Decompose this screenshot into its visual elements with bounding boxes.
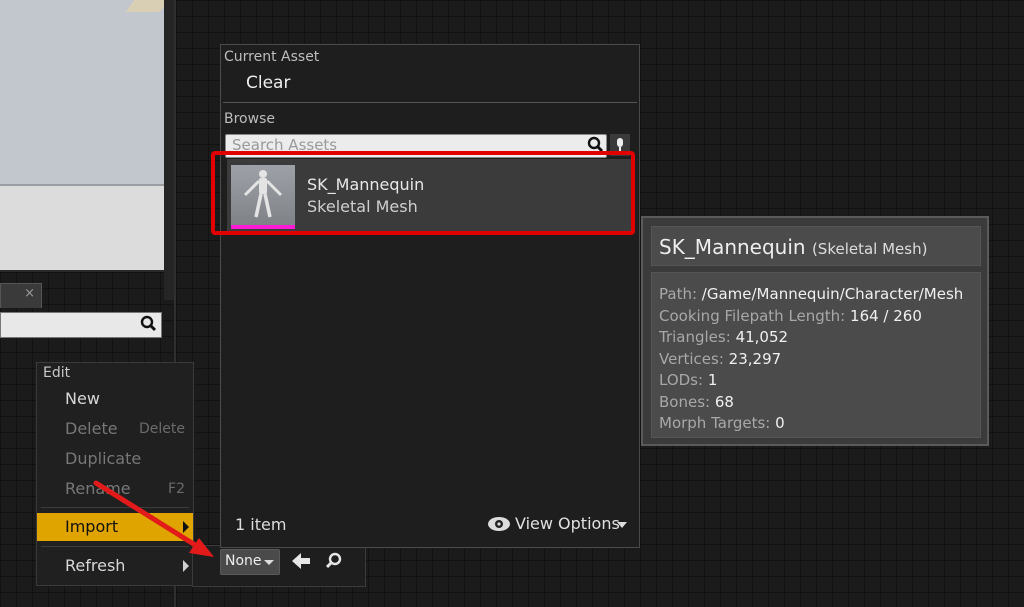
menu-item-label: Rename (65, 479, 131, 498)
row-value: /Game/Mannequin/Character/Mesh (701, 285, 964, 303)
viewport-floor (0, 185, 164, 270)
row-value: 41,052 (735, 328, 789, 346)
tooltip-title: SK_Mannequin (Skeletal Mesh) (659, 235, 927, 259)
menu-item-new[interactable]: New (37, 385, 193, 413)
left-panel-tab[interactable]: × (0, 283, 42, 308)
menu-item-label: Refresh (65, 556, 126, 575)
current-asset-heading: Current Asset (224, 49, 320, 65)
submenu-arrow-icon (183, 560, 189, 572)
view-options-button[interactable]: View Options (487, 513, 629, 535)
tooltip-header: SK_Mannequin (Skeletal Mesh) (651, 226, 981, 266)
menu-header-edit: Edit (43, 365, 71, 381)
tooltip-asset-type: (Skeletal Mesh) (811, 240, 928, 258)
clear-button[interactable]: Clear (246, 73, 290, 93)
menu-separator (41, 546, 189, 547)
row-label: Cooking Filepath Length: (659, 307, 846, 325)
tooltip-row-bones: Bones: 68 (659, 393, 734, 411)
row-label: Triangles: (659, 328, 731, 346)
menu-item-refresh[interactable]: Refresh (37, 552, 193, 580)
menu-item-label: Duplicate (65, 449, 142, 468)
menu-separator (41, 507, 189, 508)
asset-combo-button[interactable]: None (220, 549, 280, 575)
menu-item-rename[interactable]: Rename F2 (37, 475, 193, 503)
menu-shortcut: F2 (168, 481, 185, 497)
tooltip-row-lods: LODs: 1 (659, 371, 717, 389)
eye-icon (488, 517, 510, 531)
row-value: 164 / 260 (850, 307, 922, 325)
asset-picker-panel: Current Asset Clear Browse Search Assets (220, 44, 640, 548)
chevron-down-icon (617, 522, 627, 528)
chevron-down-icon (264, 560, 274, 565)
browse-heading: Browse (224, 111, 275, 127)
tooltip-row-path: Path: /Game/Mannequin/Character/Mesh (659, 285, 963, 303)
section-divider (223, 102, 637, 103)
tooltip-row-cooking-length: Cooking Filepath Length: 164 / 260 (659, 307, 922, 325)
row-label: Morph Targets: (659, 414, 771, 432)
menu-item-label: New (65, 389, 100, 408)
view-options-label: View Options (515, 514, 620, 533)
submenu-arrow-icon (183, 521, 189, 533)
row-value: 68 (714, 393, 734, 411)
item-count: 1 item (235, 515, 287, 534)
browse-search-icon[interactable] (324, 551, 344, 571)
use-selected-arrow-icon[interactable] (290, 551, 312, 571)
tooltip-row-triangles: Triangles: 41,052 (659, 328, 788, 346)
menu-item-label: Delete (65, 419, 118, 438)
tooltip-row-vertices: Vertices: 23,297 (659, 350, 781, 368)
row-label: Bones: (659, 393, 711, 411)
highlight-frame (211, 151, 635, 235)
row-label: Path: (659, 285, 698, 303)
close-tab-icon[interactable]: × (24, 286, 35, 301)
row-value: 1 (707, 371, 718, 389)
search-icon[interactable] (139, 315, 157, 333)
edit-context-menu: Edit New Delete Delete Duplicate Rename … (36, 362, 194, 586)
menu-item-duplicate[interactable]: Duplicate (37, 445, 193, 473)
menu-shortcut: Delete (139, 421, 185, 437)
tooltip-asset-name: SK_Mannequin (659, 235, 806, 259)
row-label: LODs: (659, 371, 704, 389)
row-value: 0 (775, 414, 785, 432)
tooltip-details: Path: /Game/Mannequin/Character/Mesh Coo… (651, 272, 981, 438)
menu-item-label: Import (65, 517, 119, 536)
viewport-floor-edge (0, 184, 164, 186)
viewport-corner-shape (125, 0, 164, 12)
tooltip-row-morph-targets: Morph Targets: 0 (659, 414, 785, 432)
viewport-preview[interactable] (0, 0, 166, 272)
row-label: Vertices: (659, 350, 724, 368)
left-search-input[interactable] (0, 312, 162, 338)
row-value: 23,297 (728, 350, 782, 368)
combo-label: None (225, 553, 262, 569)
menu-item-import[interactable]: Import (37, 513, 193, 541)
viewport-wall (0, 0, 164, 185)
asset-tooltip: SK_Mannequin (Skeletal Mesh) Path: /Game… (641, 216, 989, 446)
menu-item-delete[interactable]: Delete Delete (37, 415, 193, 443)
